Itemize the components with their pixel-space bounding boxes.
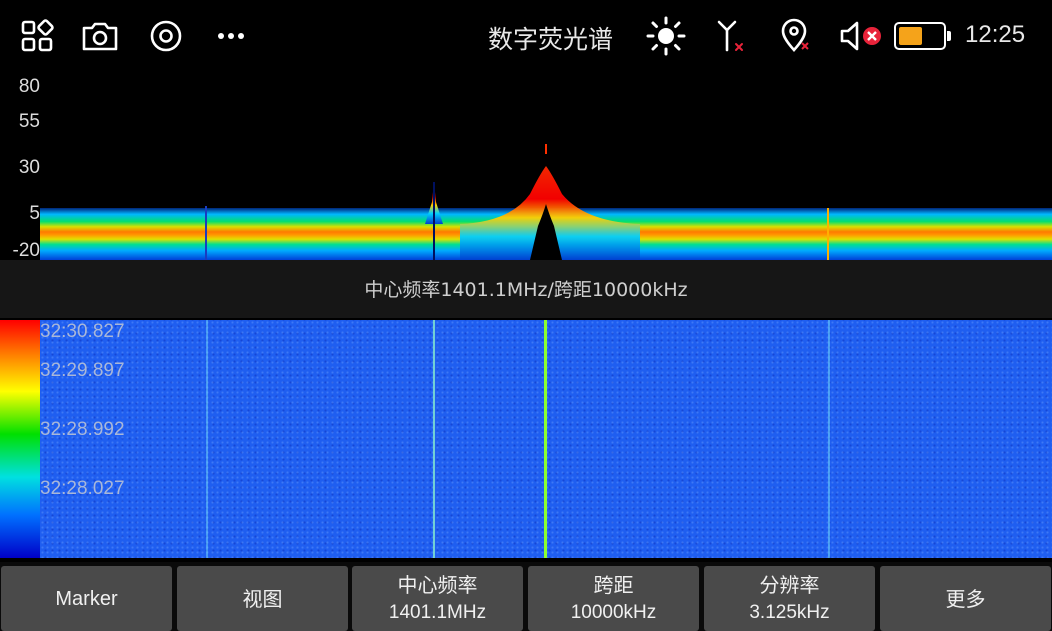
status-bar: 数字荧光谱 12:25 [0,0,1052,74]
button-label: 跨距 [593,572,634,597]
spectrum-plot-area[interactable] [40,74,1052,260]
marker-button[interactable]: Marker [1,566,172,631]
button-label: 视图 [242,586,283,611]
apps-grid-icon[interactable] [17,16,57,56]
button-label: Marker [55,587,118,610]
speaker-muted-icon[interactable] [838,16,886,56]
y-tick-label: -20 [12,240,40,261]
button-value: 10000kHz [570,601,657,623]
span-button[interactable]: 跨距 10000kHz [528,566,699,631]
y-tick-label: 30 [18,157,40,178]
waterfall-signal-trace [828,320,830,558]
bottom-toolbar: Marker 视图 中心频率 1401.1MHz 跨距 10000kHz 分辨率… [0,562,1052,631]
button-value: 3.125kHz [749,601,830,623]
button-value: 1401.1MHz [388,601,487,623]
brightness-sun-icon[interactable] [646,16,686,56]
waterfall-signal-trace [544,320,547,558]
waterfall-timestamp: 32:28.992 [40,419,125,440]
clock-time: 12:25 [965,21,1026,48]
y-tick-label: 55 [18,111,40,132]
center-frequency-button[interactable]: 中心频率 1401.1MHz [352,566,523,631]
more-dots-icon[interactable] [211,16,251,56]
color-scale-bar [0,320,40,558]
waterfall-signal-trace [206,320,208,558]
waterfall-timestamp: 32:29.897 [40,360,125,381]
y-tick-label: 80 [18,76,40,97]
signal-peaks [205,144,829,260]
waterfall-timestamp: 32:30.827 [40,321,125,342]
more-button[interactable]: 更多 [880,566,1051,631]
view-button[interactable]: 视图 [177,566,348,631]
waterfall-plot-area[interactable] [40,320,1052,558]
record-target-icon[interactable] [146,16,186,56]
center-span-caption: 中心频率1401.1MHz/跨距10000kHz [364,279,688,301]
resolution-button[interactable]: 分辨率 3.125kHz [704,566,875,631]
waterfall-signal-trace [433,320,435,558]
spectrum-display[interactable]: 80 55 30 5 -20 [0,74,1052,261]
waterfall-timestamp: 32:28.027 [40,478,125,499]
button-label: 中心频率 [397,572,478,597]
antenna-off-icon [710,16,750,56]
location-off-icon [776,16,816,56]
button-label: 更多 [945,586,986,611]
button-label: 分辨率 [759,572,820,597]
battery-icon [894,22,951,50]
y-tick-label: 5 [29,203,40,224]
camera-icon[interactable] [80,16,120,56]
page-title: 数字荧光谱 [488,25,614,54]
waterfall-display[interactable]: 32:30.827 32:29.897 32:28.992 32:28.027 [0,320,1052,558]
spectrum-caption-bar: 中心频率1401.1MHz/跨距10000kHz [0,260,1052,318]
